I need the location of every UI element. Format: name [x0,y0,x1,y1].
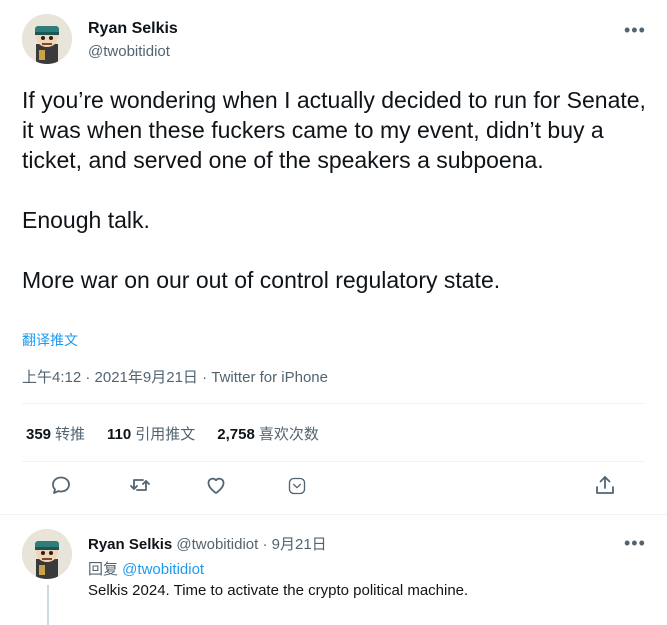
reply-header: Ryan Selkis @twobitidiot · 9月21日 [88,533,327,554]
divider [22,461,645,462]
replying-to: 回复 @twobitidiot [88,558,204,579]
reply-text: Selkis 2024. Time to activate the crypto… [88,582,469,599]
quotes-count: 110 [107,426,132,443]
replying-label: 回复 [88,561,123,578]
avatar-cartoon-icon [22,529,72,579]
tweet-paragraph: If you’re wondering when I actually deci… [22,87,646,173]
tweet-paragraph: More war on our out of control regulator… [22,267,501,293]
reply-date[interactable]: · 9月21日 [258,536,326,553]
avatar-cartoon-icon [22,14,72,64]
author-handle[interactable]: @twobitidiot [88,43,170,60]
reply-icon[interactable] [49,473,75,499]
likes-count: 2,758 [217,426,255,443]
likes-label: 喜欢次数 [258,426,319,443]
like-icon[interactable] [204,473,230,499]
avatar[interactable] [22,14,72,64]
more-horizontal-icon[interactable]: ••• [624,21,646,39]
quotes-stat[interactable]: 110 引用推文 [107,423,195,444]
reply-avatar[interactable] [22,529,72,579]
timestamp[interactable]: 上午4:12 · 2021年9月21日 [22,369,198,386]
meta-separator: · [197,369,212,386]
divider [22,403,645,404]
translate-tweet-link[interactable]: 翻译推文 [22,330,78,350]
tweet-text: If you’re wondering when I actually deci… [22,85,652,295]
tweet-actions [0,473,667,503]
reply-author-handle[interactable]: @twobitidiot [176,536,258,553]
tweet-paragraph: Enough talk. [22,207,150,233]
tip-icon[interactable] [287,476,313,502]
retweet-icon[interactable] [128,473,154,499]
retweets-label: 转推 [55,426,86,443]
tweet-stats: 359 转推 110 引用推文 2,758 喜欢次数 [26,423,319,444]
author-name[interactable]: Ryan Selkis [88,20,178,38]
retweets-stat[interactable]: 359 转推 [26,423,85,444]
replying-mention-link[interactable]: @twobitidiot [122,561,204,578]
thread-line [47,585,49,625]
more-horizontal-icon[interactable]: ••• [624,534,646,552]
share-icon[interactable] [593,473,619,499]
tweet-meta: 上午4:12 · 2021年9月21日 · Twitter for iPhone [22,366,328,387]
retweets-count: 359 [26,426,52,443]
divider [0,514,667,515]
likes-stat[interactable]: 2,758 喜欢次数 [217,423,319,444]
source-link[interactable]: Twitter for iPhone [211,369,328,386]
reply-author-name[interactable]: Ryan Selkis [88,536,172,553]
quotes-label: 引用推文 [135,426,196,443]
